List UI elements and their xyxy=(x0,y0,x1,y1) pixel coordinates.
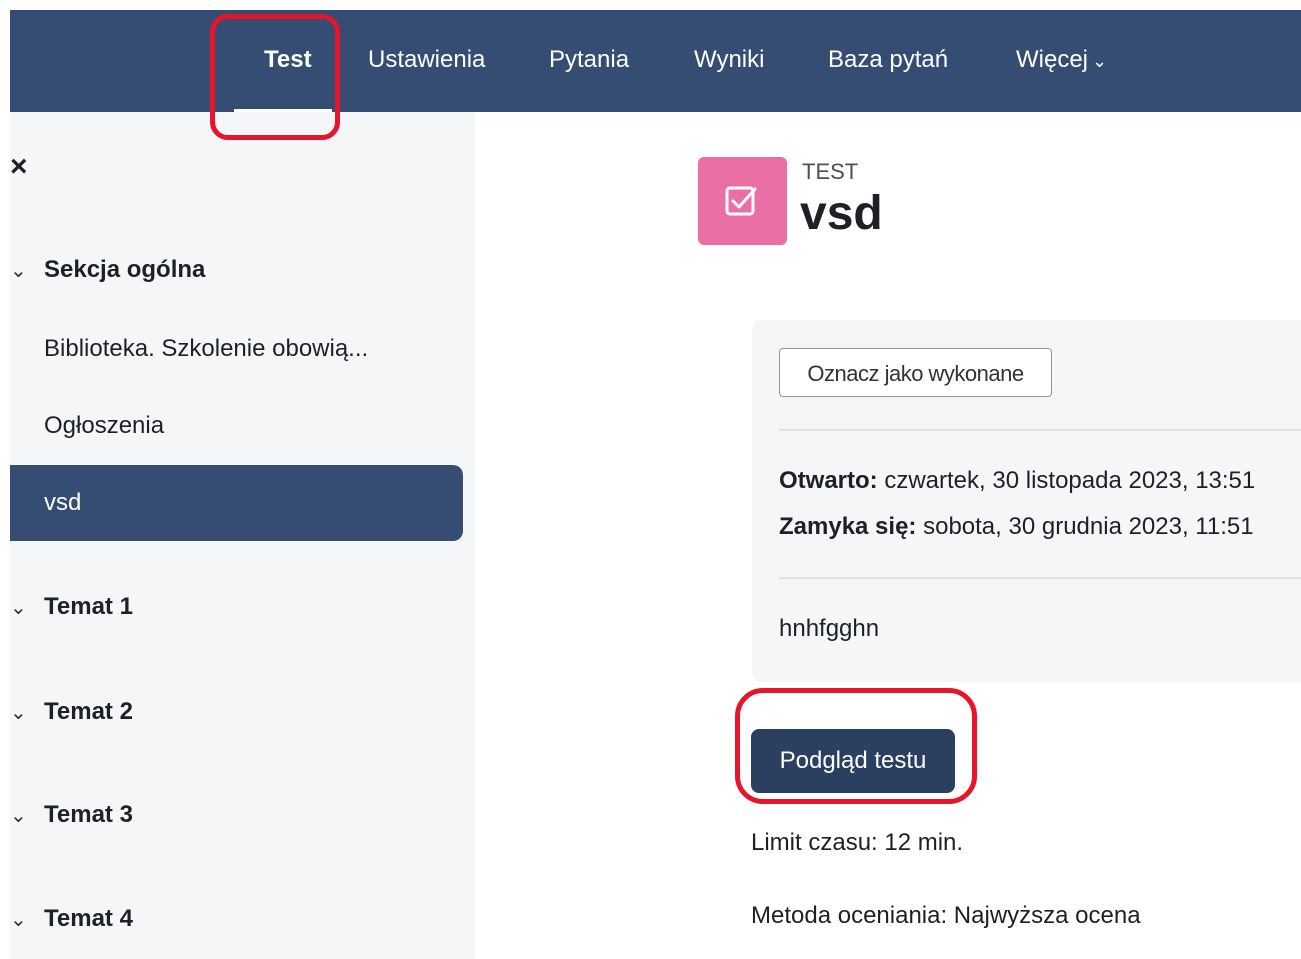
sidebar-item-label: vsd xyxy=(44,489,82,516)
section-label: Temat 3 xyxy=(44,801,133,828)
divider xyxy=(779,429,1301,431)
divider xyxy=(779,577,1301,579)
chevron-down-icon[interactable]: ⌄ xyxy=(10,803,44,828)
tab-test[interactable]: Test xyxy=(264,10,312,112)
section-label: Temat 2 xyxy=(44,698,133,725)
close-icon[interactable]: × xyxy=(10,150,28,184)
opened-label: Otwarto: xyxy=(779,467,878,494)
chevron-down-icon[interactable]: ⌄ xyxy=(10,258,44,283)
chevron-down-icon[interactable]: ⌄ xyxy=(10,907,44,932)
sidebar-item-announcements[interactable]: Ogłoszenia xyxy=(44,412,164,440)
chevron-down-icon: ⌄ xyxy=(1092,51,1108,71)
section-topic-3[interactable]: ⌄ Temat 3 xyxy=(10,801,133,829)
section-label: Temat 1 xyxy=(44,593,133,620)
quiz-checkbox-icon xyxy=(698,157,787,245)
sidebar-item-library[interactable]: Biblioteka. Szkolenie obowią... xyxy=(44,335,368,363)
page-title: vsd xyxy=(800,187,883,240)
mark-as-done-button[interactable]: Oznacz jako wykonane xyxy=(779,348,1052,397)
chevron-down-icon[interactable]: ⌄ xyxy=(10,595,44,620)
closes-date: Zamyka się: sobota, 30 grudnia 2023, 11:… xyxy=(779,513,1254,541)
tab-settings[interactable]: Ustawienia xyxy=(368,10,485,112)
tab-results[interactable]: Wyniki xyxy=(694,10,764,112)
section-topic-2[interactable]: ⌄ Temat 2 xyxy=(10,698,133,726)
grading-method-text: Metoda oceniania: Najwyższa ocena xyxy=(751,902,1141,929)
preview-quiz-button[interactable]: Podgląd testu xyxy=(751,729,955,793)
tab-questions[interactable]: Pytania xyxy=(549,10,629,112)
section-topic-1[interactable]: ⌄ Temat 1 xyxy=(10,593,133,621)
closes-label: Zamyka się: xyxy=(779,513,917,540)
opened-value: czwartek, 30 listopada 2023, 13:51 xyxy=(884,467,1256,494)
section-topic-4[interactable]: ⌄ Temat 4 xyxy=(10,905,133,933)
tab-more[interactable]: Więcej ⌄ xyxy=(1016,10,1107,112)
time-limit-text: Limit czasu: 12 min. xyxy=(751,829,964,856)
opened-date: Otwarto: czwartek, 30 listopada 2023, 13… xyxy=(779,467,1255,495)
activity-description: hnhfgghn xyxy=(779,615,880,642)
closes-value: sobota, 30 grudnia 2023, 11:51 xyxy=(923,513,1254,540)
sidebar-item-vsd[interactable]: vsd xyxy=(10,465,463,541)
section-label: Temat 4 xyxy=(44,905,133,932)
section-label: Sekcja ogólna xyxy=(44,256,206,283)
tab-more-label: Więcej xyxy=(1016,46,1089,73)
secondary-navigation: Test Ustawienia Pytania Wyniki Baza pyta… xyxy=(10,10,1301,112)
activity-type-label: TEST xyxy=(802,159,859,184)
tab-question-bank[interactable]: Baza pytań xyxy=(828,10,948,112)
chevron-down-icon[interactable]: ⌄ xyxy=(10,700,44,725)
section-general[interactable]: ⌄ Sekcja ogólna xyxy=(10,256,205,284)
